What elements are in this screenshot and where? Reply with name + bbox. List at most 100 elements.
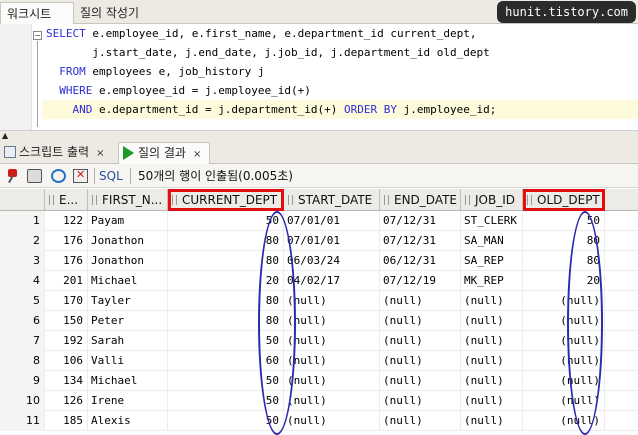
print-icon[interactable] xyxy=(27,169,42,183)
table-row[interactable]: 5 170 Tayler 80 (null) (null) (null) (null) xyxy=(0,291,638,311)
table-cell[interactable]: (null) xyxy=(284,391,380,411)
table-cell[interactable]: Alexis xyxy=(88,411,168,431)
table-cell[interactable]: 106 xyxy=(45,351,88,371)
table-cell[interactable]: (null) xyxy=(380,331,461,351)
table-cell[interactable]: 60 xyxy=(168,351,284,371)
table-cell[interactable]: (null) xyxy=(461,331,523,351)
table-cell[interactable]: 201 xyxy=(45,271,88,291)
table-cell[interactable]: (null) xyxy=(523,351,605,371)
column-grip-icon[interactable] xyxy=(527,195,532,205)
sql-line[interactable]: j.start_date, j.end_date, j.job_id, j.de… xyxy=(46,43,638,62)
table-cell[interactable]: (null) xyxy=(284,331,380,351)
column-grip-icon[interactable] xyxy=(49,195,54,205)
table-cell[interactable]: (null) xyxy=(523,411,605,431)
table-cell[interactable]: 06/12/31 xyxy=(380,251,461,271)
table-row[interactable]: 1 122 Payam 50 07/01/01 07/12/31 ST_CLERK 50 xyxy=(0,211,638,231)
table-row[interactable]: 11 185 Alexis 50 (null) (null) (null) (null) xyxy=(0,411,638,431)
table-cell[interactable]: (null) xyxy=(284,411,380,431)
table-cell[interactable]: Jonathon xyxy=(88,231,168,251)
results-grid[interactable]: E... FIRST_N... CURRENT_DEPT START_DATE END_… xyxy=(0,189,638,435)
column-header-current_dept[interactable]: CURRENT_DEPT xyxy=(168,189,284,211)
table-cell[interactable]: 176 xyxy=(45,251,88,271)
row-number[interactable]: 1 xyxy=(0,211,45,231)
table-cell[interactable]: 134 xyxy=(45,371,88,391)
table-cell[interactable]: Michael xyxy=(88,371,168,391)
table-row[interactable]: 10 126 Irene 50 (null) (null) (null) (null) xyxy=(0,391,638,411)
table-cell[interactable]: ST_CLERK xyxy=(461,211,523,231)
table-row[interactable]: 2 176 Jonathon 80 07/01/01 07/12/31 SA_MAN 80 xyxy=(0,231,638,251)
table-row[interactable]: 3 176 Jonathon 80 06/03/24 06/12/31 SA_REP 80 xyxy=(0,251,638,271)
sql-line[interactable]: SELECT e.employee_id, e.first_name, e.de… xyxy=(46,24,638,43)
row-number[interactable]: 6 xyxy=(0,311,45,331)
column-header-start_date[interactable]: START_DATE xyxy=(284,189,380,211)
table-cell[interactable]: (null) xyxy=(461,291,523,311)
sql-text[interactable]: SELECT e.employee_id, e.first_name, e.de… xyxy=(42,24,638,119)
table-cell[interactable]: 150 xyxy=(45,311,88,331)
table-cell[interactable]: (null) xyxy=(380,291,461,311)
tab-script-output[interactable]: 스크립트 출력 × xyxy=(4,142,118,164)
table-cell[interactable]: 122 xyxy=(45,211,88,231)
table-cell[interactable]: 20 xyxy=(523,271,605,291)
pane-splitter[interactable]: ▲▼ xyxy=(0,130,638,149)
table-cell[interactable]: Irene xyxy=(88,391,168,411)
sql-line[interactable]: AND e.department_id = j.department_id(+)… xyxy=(42,100,638,119)
row-number[interactable]: 7 xyxy=(0,331,45,351)
table-cell[interactable]: 50 xyxy=(168,371,284,391)
row-number[interactable]: 10 xyxy=(0,391,45,411)
table-cell[interactable]: (null) xyxy=(523,291,605,311)
table-cell[interactable]: (null) xyxy=(523,371,605,391)
table-cell[interactable]: (null) xyxy=(523,391,605,411)
row-number[interactable]: 9 xyxy=(0,371,45,391)
table-cell[interactable]: Michael xyxy=(88,271,168,291)
table-cell[interactable]: 80 xyxy=(168,251,284,271)
table-cell[interactable]: 07/12/19 xyxy=(380,271,461,291)
refresh-icon[interactable] xyxy=(51,169,66,183)
table-cell[interactable]: 50 xyxy=(168,211,284,231)
table-cell[interactable]: (null) xyxy=(523,331,605,351)
table-cell[interactable]: 80 xyxy=(523,251,605,271)
table-cell[interactable]: SA_REP xyxy=(461,251,523,271)
table-cell[interactable]: 04/02/17 xyxy=(284,271,380,291)
table-cell[interactable]: MK_REP xyxy=(461,271,523,291)
table-cell[interactable]: 80 xyxy=(168,311,284,331)
table-cell[interactable]: 126 xyxy=(45,391,88,411)
table-cell[interactable]: (null) xyxy=(380,371,461,391)
column-header-e[interactable]: E... xyxy=(45,189,88,211)
sql-button[interactable]: SQL xyxy=(99,164,123,188)
table-row[interactable]: 8 106 Valli 60 (null) (null) (null) (null) xyxy=(0,351,638,371)
table-cell[interactable]: SA_MAN xyxy=(461,231,523,251)
table-cell[interactable]: 192 xyxy=(45,331,88,351)
column-header-job_id[interactable]: JOB_ID xyxy=(461,189,523,211)
table-cell[interactable]: (null) xyxy=(380,411,461,431)
column-header-first_n[interactable]: FIRST_N... xyxy=(88,189,168,211)
table-cell[interactable]: (null) xyxy=(380,391,461,411)
close-icon[interactable]: × xyxy=(193,149,201,160)
tab-worksheet[interactable]: 워크시트 xyxy=(0,2,74,24)
table-cell[interactable]: (null) xyxy=(380,351,461,371)
table-cell[interactable]: 20 xyxy=(168,271,284,291)
table-cell[interactable]: Valli xyxy=(88,351,168,371)
table-cell[interactable]: (null) xyxy=(461,311,523,331)
column-header-end_date[interactable]: END_DATE xyxy=(380,189,461,211)
column-grip-icon[interactable] xyxy=(92,195,97,205)
column-header-old_dept[interactable]: OLD_DEPT xyxy=(523,189,605,211)
table-cell[interactable]: 50 xyxy=(523,211,605,231)
table-cell[interactable]: 170 xyxy=(45,291,88,311)
table-cell[interactable]: 07/01/01 xyxy=(284,211,380,231)
table-cell[interactable]: 06/03/24 xyxy=(284,251,380,271)
row-number[interactable]: 4 xyxy=(0,271,45,291)
table-cell[interactable]: 50 xyxy=(168,411,284,431)
row-number[interactable]: 11 xyxy=(0,411,45,431)
table-cell[interactable]: 07/12/31 xyxy=(380,231,461,251)
fold-collapse-icon[interactable]: − xyxy=(33,31,42,40)
table-cell[interactable]: 80 xyxy=(168,291,284,311)
row-number[interactable]: 2 xyxy=(0,231,45,251)
table-cell[interactable]: 176 xyxy=(45,231,88,251)
table-cell[interactable]: 50 xyxy=(168,331,284,351)
table-cell[interactable]: (null) xyxy=(284,291,380,311)
table-cell[interactable]: (null) xyxy=(461,351,523,371)
sql-editor[interactable]: − SELECT e.employee_id, e.first_name, e.… xyxy=(0,24,638,130)
column-grip-icon[interactable] xyxy=(172,195,177,205)
column-grip-icon[interactable] xyxy=(384,195,389,205)
table-cell[interactable]: (null) xyxy=(461,411,523,431)
